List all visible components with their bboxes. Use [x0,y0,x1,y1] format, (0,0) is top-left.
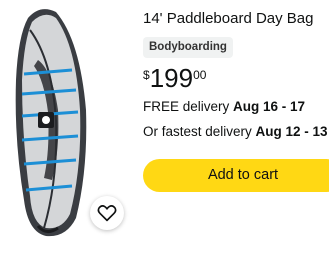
price-whole: 199 [149,63,194,93]
free-delivery-label: FREE delivery [143,99,234,114]
wishlist-button[interactable] [90,196,124,230]
price-currency: $ [143,68,150,82]
heart-outline-icon [97,205,117,222]
product-title[interactable]: 14' Paddleboard Day Bag [143,10,314,27]
price-fraction: 00 [193,68,207,82]
fast-delivery-line: Or fastest delivery Aug 12 - 13 [143,124,328,139]
add-to-cart-button[interactable]: Add to cart [143,159,329,192]
price: $ 199 00 [143,64,206,92]
free-delivery-dates: Aug 16 - 17 [233,99,306,114]
category-badge: Bodyboarding [143,37,233,58]
free-delivery-line: FREE delivery Aug 16 - 17 [143,99,305,114]
fast-delivery-dates: Aug 12 - 13 [255,124,328,139]
product-image[interactable] [0,0,136,250]
fast-delivery-label: Or fastest delivery [143,124,256,139]
